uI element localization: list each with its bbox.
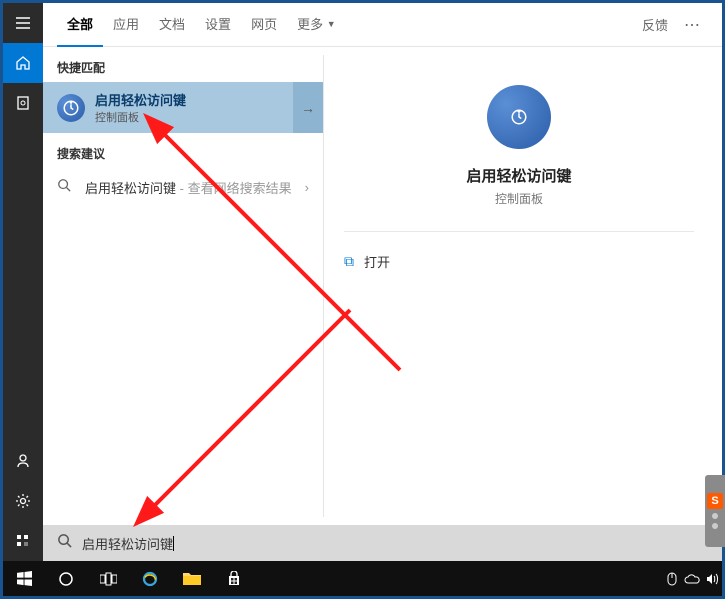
preview-panel: 启用轻松访问键 控制面板 ⧉ 打开	[323, 55, 714, 517]
tray-volume-icon[interactable]	[702, 561, 722, 596]
search-input-text[interactable]: 启用轻松访问键	[82, 534, 173, 553]
menu-button[interactable]	[3, 3, 43, 43]
chevron-down-icon: ▼	[327, 19, 336, 29]
tab-settings[interactable]: 设置	[195, 3, 241, 47]
ie-taskbar-icon[interactable]	[129, 561, 171, 596]
explorer-taskbar-icon[interactable]	[171, 561, 213, 596]
preview-ease-icon	[487, 85, 551, 149]
tray-mouse-icon[interactable]	[662, 561, 682, 596]
search-icon	[57, 533, 72, 553]
settings-button[interactable]	[3, 481, 43, 521]
task-view-button[interactable]	[87, 561, 129, 596]
result-subtitle: 控制面板	[95, 109, 309, 125]
store-taskbar-icon[interactable]	[213, 561, 255, 596]
ime-indicator[interactable]: S	[705, 475, 725, 547]
preview-subtitle: 控制面板	[495, 190, 543, 207]
section-suggestions: 搜索建议	[43, 133, 323, 168]
sogou-icon: S	[707, 493, 723, 509]
tray-onedrive-icon[interactable]	[682, 561, 702, 596]
tab-docs[interactable]: 文档	[149, 3, 195, 47]
feedback-link[interactable]: 反馈	[634, 15, 676, 34]
tab-bar: 全部 应用 文档 设置 网页 更多 ▼ 反馈 ⋯	[43, 3, 722, 47]
expand-arrow-icon[interactable]: →	[293, 82, 323, 133]
cortana-button[interactable]	[45, 561, 87, 596]
apps-button[interactable]	[3, 521, 43, 561]
best-match-item[interactable]: 启用轻松访问键 控制面板 →	[43, 82, 323, 133]
recent-button[interactable]	[3, 83, 43, 123]
tab-all[interactable]: 全部	[57, 3, 103, 47]
search-bar[interactable]: 启用轻松访问键	[43, 525, 722, 561]
suggestion-text: 启用轻松访问键 - 查看网络搜索结果	[85, 178, 305, 197]
tab-web[interactable]: 网页	[241, 3, 287, 47]
tab-apps[interactable]: 应用	[103, 3, 149, 47]
taskbar	[3, 561, 722, 596]
section-best-match: 快捷匹配	[43, 47, 323, 82]
search-icon	[57, 178, 75, 197]
open-action[interactable]: ⧉ 打开	[344, 246, 390, 277]
content-area: 全部 应用 文档 设置 网页 更多 ▼ 反馈 ⋯ 快捷匹配 启用轻松访问键 控制…	[43, 3, 722, 561]
start-button[interactable]	[3, 561, 45, 596]
result-title: 启用轻松访问键	[95, 90, 309, 109]
account-button[interactable]	[3, 441, 43, 481]
more-options-button[interactable]: ⋯	[676, 15, 708, 35]
ease-of-access-icon	[57, 94, 85, 122]
web-suggestion[interactable]: 启用轻松访问键 - 查看网络搜索结果 ›	[43, 168, 323, 207]
results-list: 快捷匹配 启用轻松访问键 控制面板 → 搜索建议	[43, 47, 323, 525]
search-sidebar	[3, 3, 43, 561]
preview-title: 启用轻松访问键	[466, 165, 571, 186]
results-area: 快捷匹配 启用轻松访问键 控制面板 → 搜索建议	[43, 47, 722, 525]
home-button[interactable]	[3, 43, 43, 83]
open-icon: ⧉	[344, 253, 354, 270]
search-window: 全部 应用 文档 设置 网页 更多 ▼ 反馈 ⋯ 快捷匹配 启用轻松访问键 控制…	[3, 3, 722, 561]
chevron-right-icon: ›	[305, 180, 309, 195]
tab-more[interactable]: 更多 ▼	[287, 3, 346, 47]
